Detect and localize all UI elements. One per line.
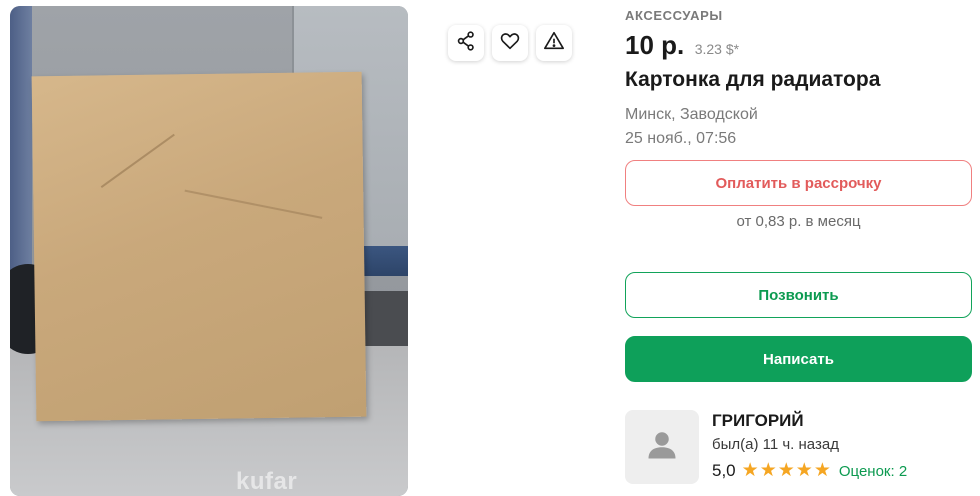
seller-rating: 5,0 ★ ★ ★ ★ ★ Оценок: 2 <box>712 461 907 481</box>
category-label[interactable]: АКСЕССУАРЫ <box>625 8 723 23</box>
star-icon: ★ <box>777 460 795 481</box>
price: 10 р. <box>625 30 685 60</box>
share-icon <box>455 30 477 57</box>
seller-last-seen: был(а) 11 ч. назад <box>712 436 839 453</box>
rating-stars: ★ ★ ★ ★ ★ <box>742 461 831 481</box>
seller-name[interactable]: ГРИГОРИЙ <box>712 411 804 431</box>
report-button[interactable] <box>536 25 572 61</box>
listing-location: Минск, Заводской <box>625 106 758 123</box>
star-icon: ★ <box>759 460 777 481</box>
write-button[interactable]: Написать <box>625 336 972 382</box>
installment-note: от 0,83 р. в месяц <box>736 213 861 230</box>
star-icon: ★ <box>795 460 813 481</box>
reviews-link[interactable]: Оценок: 2 <box>839 463 907 480</box>
rating-value: 5,0 <box>712 461 736 480</box>
heart-icon <box>499 30 521 57</box>
favorite-button[interactable] <box>492 25 528 61</box>
listing-date: 25 нояб., 07:56 <box>625 130 737 147</box>
call-button[interactable]: Позвонить <box>625 272 972 318</box>
price-usd: 3.23 $* <box>694 41 740 57</box>
star-icon: ★ <box>813 460 831 481</box>
share-button[interactable] <box>448 25 484 61</box>
cardboard-item <box>31 71 367 422</box>
listing-title: Картонка для радиатора <box>625 68 881 91</box>
price-row: 10 р. 3.23 $* <box>625 30 739 61</box>
listing-actions <box>448 25 572 61</box>
seller-avatar[interactable] <box>625 410 699 484</box>
photo-watermark: kufar <box>236 468 298 495</box>
listing-photo[interactable]: kufar <box>10 6 408 496</box>
star-icon: ★ <box>741 460 759 481</box>
user-icon <box>644 427 680 468</box>
installment-button[interactable]: Оплатить в рассрочку <box>625 160 972 206</box>
warning-icon <box>543 30 565 57</box>
